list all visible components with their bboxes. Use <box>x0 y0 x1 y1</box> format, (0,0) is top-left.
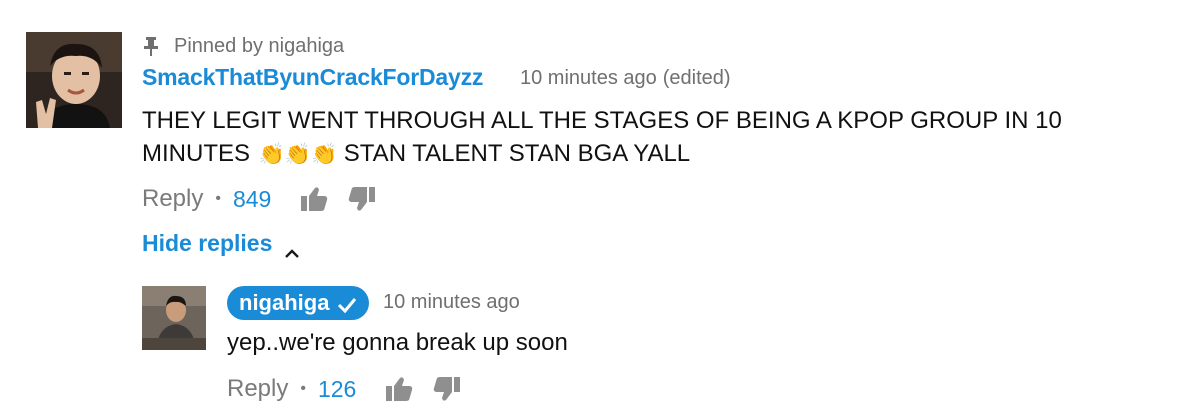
avatar-image <box>26 32 122 128</box>
comment-timestamp[interactable]: 10 minutes ago (edited) <box>520 67 731 90</box>
thumbs-up-icon[interactable] <box>299 185 329 213</box>
reply-actions: Reply • 126 <box>227 374 462 404</box>
clapping-hands-emoji: 👏👏👏 <box>258 143 338 166</box>
avatar[interactable] <box>26 32 122 128</box>
pinned-indicator: Pinned by nigahiga <box>142 34 344 58</box>
thumbs-down-icon[interactable] <box>347 185 377 213</box>
avatar-image <box>142 286 206 350</box>
comment-thread: Pinned by nigahiga SmackThatByunCrackFor… <box>0 0 1198 414</box>
comment-text-segment: MINUTES <box>142 140 250 167</box>
comment-author[interactable]: SmackThatByunCrackForDayzz <box>142 64 483 91</box>
reply-button[interactable]: Reply <box>142 185 203 213</box>
reply-button[interactable]: Reply <box>227 375 288 403</box>
comment-actions: Reply • 849 <box>142 184 377 214</box>
like-count: 126 <box>317 375 357 402</box>
like-count: 849 <box>232 185 272 212</box>
timestamp-text[interactable]: 10 minutes ago <box>520 67 657 89</box>
comment-text-line: THEY LEGIT WENT THROUGH ALL THE STAGES O… <box>142 107 1062 134</box>
reply-text: yep..we're gonna break up soon <box>227 329 568 356</box>
edited-label: (edited) <box>662 67 731 89</box>
separator-dot: • <box>215 190 221 207</box>
chevron-up-icon[interactable] <box>284 238 300 258</box>
comment-text: THEY LEGIT WENT THROUGH ALL THE STAGES O… <box>142 104 1102 171</box>
reply-timestamp[interactable]: 10 minutes ago <box>383 291 520 314</box>
separator-dot: • <box>300 380 306 397</box>
checkmark-icon <box>337 294 357 314</box>
comment-text-line: MINUTES 👏👏👏 STAN TALENT STAN BGA YALL <box>142 137 1102 171</box>
reply-author[interactable]: nigahiga <box>239 290 329 316</box>
reply-avatar[interactable] <box>142 286 206 350</box>
pinned-label: Pinned by nigahiga <box>174 34 345 57</box>
hide-replies-button[interactable]: Hide replies <box>142 230 300 258</box>
hide-replies-label[interactable]: Hide replies <box>142 230 272 257</box>
reply-author-badge[interactable]: nigahiga <box>227 286 370 320</box>
pin-icon <box>142 35 160 57</box>
thumbs-up-icon[interactable] <box>384 375 414 403</box>
comment-text-segment: STAN TALENT STAN BGA YALL <box>343 140 691 167</box>
thumbs-down-icon[interactable] <box>432 375 462 403</box>
